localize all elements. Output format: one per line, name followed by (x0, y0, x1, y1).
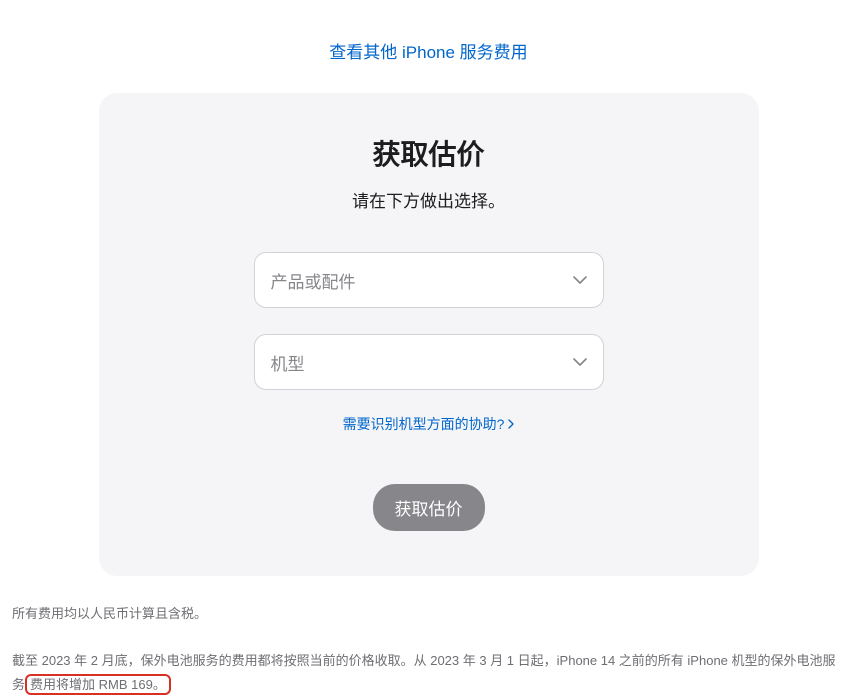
chevron-down-icon (573, 358, 587, 366)
model-select-placeholder: 机型 (271, 350, 305, 375)
footnote-tax: 所有费用均以人民币计算且含税。 (12, 602, 845, 627)
chevron-right-icon (508, 419, 514, 429)
top-link-container: 查看其他 iPhone 服务费用 (0, 0, 857, 93)
footnote-price-change: 截至 2023 年 2 月底，保外电池服务的费用都将按照当前的价格收取。从 20… (12, 649, 845, 698)
help-link-label: 需要识别机型方面的协助? (343, 414, 505, 434)
identify-model-help-link[interactable]: 需要识别机型方面的协助? (343, 414, 515, 434)
product-select-placeholder: 产品或配件 (271, 268, 356, 293)
chevron-down-icon (573, 276, 587, 284)
card-subtitle: 请在下方做出选择。 (139, 187, 719, 212)
footnotes: 所有费用均以人民币计算且含税。 截至 2023 年 2 月底，保外电池服务的费用… (0, 576, 857, 698)
product-select[interactable]: 产品或配件 (254, 252, 604, 308)
card-title: 获取估价 (139, 133, 719, 173)
estimate-card: 获取估价 请在下方做出选择。 产品或配件 机型 需要识别机型方面的协助? 获取估… (99, 93, 759, 576)
model-select[interactable]: 机型 (254, 334, 604, 390)
price-increase-highlight: 费用将增加 RMB 169。 (25, 674, 171, 695)
get-estimate-button[interactable]: 获取估价 (373, 484, 485, 531)
product-select-wrap: 产品或配件 (254, 252, 604, 308)
model-select-wrap: 机型 (254, 334, 604, 390)
button-row: 获取估价 (139, 484, 719, 531)
other-services-link[interactable]: 查看其他 iPhone 服务费用 (329, 43, 527, 62)
